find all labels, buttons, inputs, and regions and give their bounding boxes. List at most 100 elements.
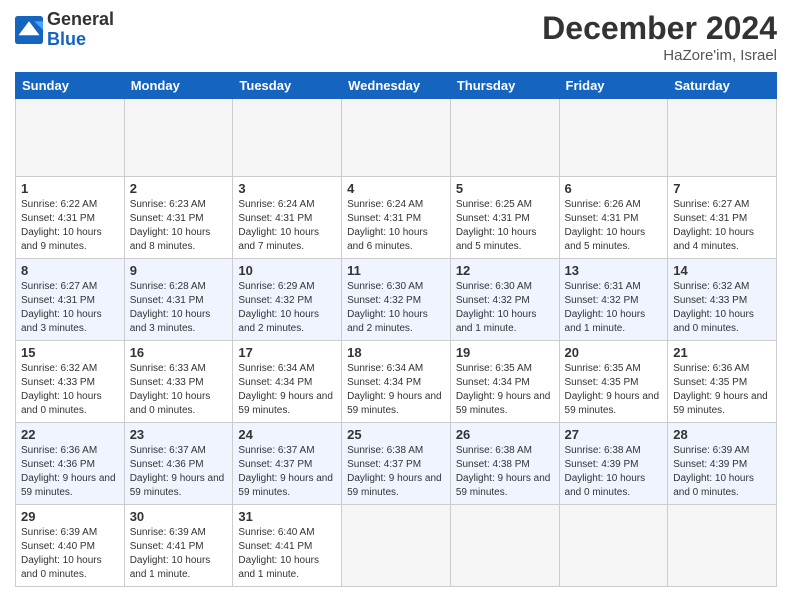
logo-icon xyxy=(15,16,43,44)
col-thursday: Thursday xyxy=(450,73,559,99)
table-row: 1 Sunrise: 6:22 AMSunset: 4:31 PMDaylight… xyxy=(16,177,125,259)
day-number: 12 xyxy=(456,263,554,278)
day-info: Sunrise: 6:31 AMSunset: 4:32 PMDaylight:… xyxy=(565,280,663,336)
table-row xyxy=(342,99,451,177)
table-row: 29 Sunrise: 6:39 AMSunset: 4:40 PMDayligh… xyxy=(16,505,125,587)
day-number: 25 xyxy=(347,427,445,442)
day-number: 16 xyxy=(130,345,228,360)
day-number: 4 xyxy=(347,181,445,196)
table-row xyxy=(668,99,777,177)
day-info: Sunrise: 6:24 AMSunset: 4:31 PMDaylight:… xyxy=(347,198,445,254)
table-row: 24Sunrise: 6:37 AMSunset: 4:37 PMDayligh… xyxy=(233,423,342,505)
calendar-row: 1 Sunrise: 6:22 AMSunset: 4:31 PMDaylight… xyxy=(16,177,777,259)
table-row xyxy=(16,99,125,177)
table-row: 4 Sunrise: 6:24 AMSunset: 4:31 PMDaylight… xyxy=(342,177,451,259)
table-row: 10 Sunrise: 6:29 AMSunset: 4:32 PMDayligh… xyxy=(233,259,342,341)
col-monday: Monday xyxy=(124,73,233,99)
table-row: 2Sunrise: 6:23 AMSunset: 4:31 PMDaylight… xyxy=(124,177,233,259)
day-info: Sunrise: 6:24 AMSunset: 4:31 PMDaylight:… xyxy=(238,198,336,254)
day-number: 29 xyxy=(21,509,119,524)
table-row xyxy=(559,99,668,177)
calendar-row: 22 Sunrise: 6:36 AMSunset: 4:36 PMDayligh… xyxy=(16,423,777,505)
day-number: 15 xyxy=(21,345,119,360)
day-number: 23 xyxy=(130,427,228,442)
day-info: Sunrise: 6:36 AMSunset: 4:36 PMDaylight:… xyxy=(21,444,119,500)
day-info: Sunrise: 6:28 AMSunset: 4:31 PMDaylight:… xyxy=(130,280,228,336)
day-info: Sunrise: 6:37 AMSunset: 4:36 PMDaylight:… xyxy=(130,444,228,500)
day-info: Sunrise: 6:32 AMSunset: 4:33 PMDaylight:… xyxy=(673,280,771,336)
table-row: 13 Sunrise: 6:31 AMSunset: 4:32 PMDayligh… xyxy=(559,259,668,341)
table-row: 5Sunrise: 6:25 AMSunset: 4:31 PMDaylight… xyxy=(450,177,559,259)
day-number: 20 xyxy=(565,345,663,360)
logo-text: General Blue xyxy=(47,10,114,50)
day-info: Sunrise: 6:30 AMSunset: 4:32 PMDaylight:… xyxy=(347,280,445,336)
day-number: 13 xyxy=(565,263,663,278)
table-row: 25Sunrise: 6:38 AMSunset: 4:37 PMDayligh… xyxy=(342,423,451,505)
day-number: 18 xyxy=(347,345,445,360)
day-info: Sunrise: 6:35 AMSunset: 4:35 PMDaylight:… xyxy=(565,362,663,418)
day-info: Sunrise: 6:39 AMSunset: 4:41 PMDaylight:… xyxy=(130,526,228,582)
day-info: Sunrise: 6:39 AMSunset: 4:40 PMDaylight:… xyxy=(21,526,119,582)
day-number: 22 xyxy=(21,427,119,442)
col-friday: Friday xyxy=(559,73,668,99)
table-row: 18Sunrise: 6:34 AMSunset: 4:34 PMDayligh… xyxy=(342,341,451,423)
calendar-row xyxy=(16,99,777,177)
day-number: 11 xyxy=(347,263,445,278)
table-row: 9 Sunrise: 6:28 AMSunset: 4:31 PMDaylight… xyxy=(124,259,233,341)
table-row: 27Sunrise: 6:38 AMSunset: 4:39 PMDayligh… xyxy=(559,423,668,505)
table-row: 6Sunrise: 6:26 AMSunset: 4:31 PMDaylight… xyxy=(559,177,668,259)
day-info: Sunrise: 6:23 AMSunset: 4:31 PMDaylight:… xyxy=(130,198,228,254)
calendar-row: 29 Sunrise: 6:39 AMSunset: 4:40 PMDayligh… xyxy=(16,505,777,587)
day-number: 28 xyxy=(673,427,771,442)
table-row: 7Sunrise: 6:27 AMSunset: 4:31 PMDaylight… xyxy=(668,177,777,259)
day-info: Sunrise: 6:39 AMSunset: 4:39 PMDaylight:… xyxy=(673,444,771,500)
logo-general-text: General xyxy=(47,10,114,30)
table-row: 14Sunrise: 6:32 AMSunset: 4:33 PMDayligh… xyxy=(668,259,777,341)
day-info: Sunrise: 6:29 AMSunset: 4:32 PMDaylight:… xyxy=(238,280,336,336)
col-saturday: Saturday xyxy=(668,73,777,99)
day-number: 21 xyxy=(673,345,771,360)
table-row: 21Sunrise: 6:36 AMSunset: 4:35 PMDayligh… xyxy=(668,341,777,423)
day-number: 26 xyxy=(456,427,554,442)
table-row xyxy=(668,505,777,587)
table-row: 15 Sunrise: 6:32 AMSunset: 4:33 PMDayligh… xyxy=(16,341,125,423)
table-row xyxy=(450,505,559,587)
table-row: 26Sunrise: 6:38 AMSunset: 4:38 PMDayligh… xyxy=(450,423,559,505)
day-number: 8 xyxy=(21,263,119,278)
day-number: 31 xyxy=(238,509,336,524)
day-number: 17 xyxy=(238,345,336,360)
day-info: Sunrise: 6:26 AMSunset: 4:31 PMDaylight:… xyxy=(565,198,663,254)
day-number: 30 xyxy=(130,509,228,524)
day-info: Sunrise: 6:34 AMSunset: 4:34 PMDaylight:… xyxy=(238,362,336,418)
location: HaZore'im, Israel xyxy=(542,47,777,64)
day-number: 27 xyxy=(565,427,663,442)
table-row: 31 Sunrise: 6:40 AMSunset: 4:41 PMDayligh… xyxy=(233,505,342,587)
table-row xyxy=(124,99,233,177)
day-number: 10 xyxy=(238,263,336,278)
day-info: Sunrise: 6:40 AMSunset: 4:41 PMDaylight:… xyxy=(238,526,336,582)
calendar-table: Sunday Monday Tuesday Wednesday Thursday… xyxy=(15,72,777,587)
day-info: Sunrise: 6:37 AMSunset: 4:37 PMDaylight:… xyxy=(238,444,336,500)
day-info: Sunrise: 6:35 AMSunset: 4:34 PMDaylight:… xyxy=(456,362,554,418)
table-row: 16Sunrise: 6:33 AMSunset: 4:33 PMDayligh… xyxy=(124,341,233,423)
page: General Blue December 2024 HaZore'im, Is… xyxy=(0,0,792,612)
table-row xyxy=(450,99,559,177)
day-number: 3 xyxy=(238,181,336,196)
title-block: December 2024 HaZore'im, Israel xyxy=(542,10,777,64)
table-row: 20 Sunrise: 6:35 AMSunset: 4:35 PMDayligh… xyxy=(559,341,668,423)
table-row: 3 Sunrise: 6:24 AMSunset: 4:31 PMDaylight… xyxy=(233,177,342,259)
table-row: 28 Sunrise: 6:39 AMSunset: 4:39 PMDayligh… xyxy=(668,423,777,505)
table-row: 22 Sunrise: 6:36 AMSunset: 4:36 PMDayligh… xyxy=(16,423,125,505)
day-info: Sunrise: 6:22 AMSunset: 4:31 PMDaylight:… xyxy=(21,198,119,254)
day-number: 1 xyxy=(21,181,119,196)
month-title: December 2024 xyxy=(542,10,777,47)
day-info: Sunrise: 6:32 AMSunset: 4:33 PMDaylight:… xyxy=(21,362,119,418)
day-number: 7 xyxy=(673,181,771,196)
table-row: 11 Sunrise: 6:30 AMSunset: 4:32 PMDayligh… xyxy=(342,259,451,341)
calendar-row: 8Sunrise: 6:27 AMSunset: 4:31 PMDaylight… xyxy=(16,259,777,341)
logo: General Blue xyxy=(15,10,114,50)
day-number: 9 xyxy=(130,263,228,278)
table-row xyxy=(233,99,342,177)
header: General Blue December 2024 HaZore'im, Is… xyxy=(15,10,777,64)
day-info: Sunrise: 6:30 AMSunset: 4:32 PMDaylight:… xyxy=(456,280,554,336)
